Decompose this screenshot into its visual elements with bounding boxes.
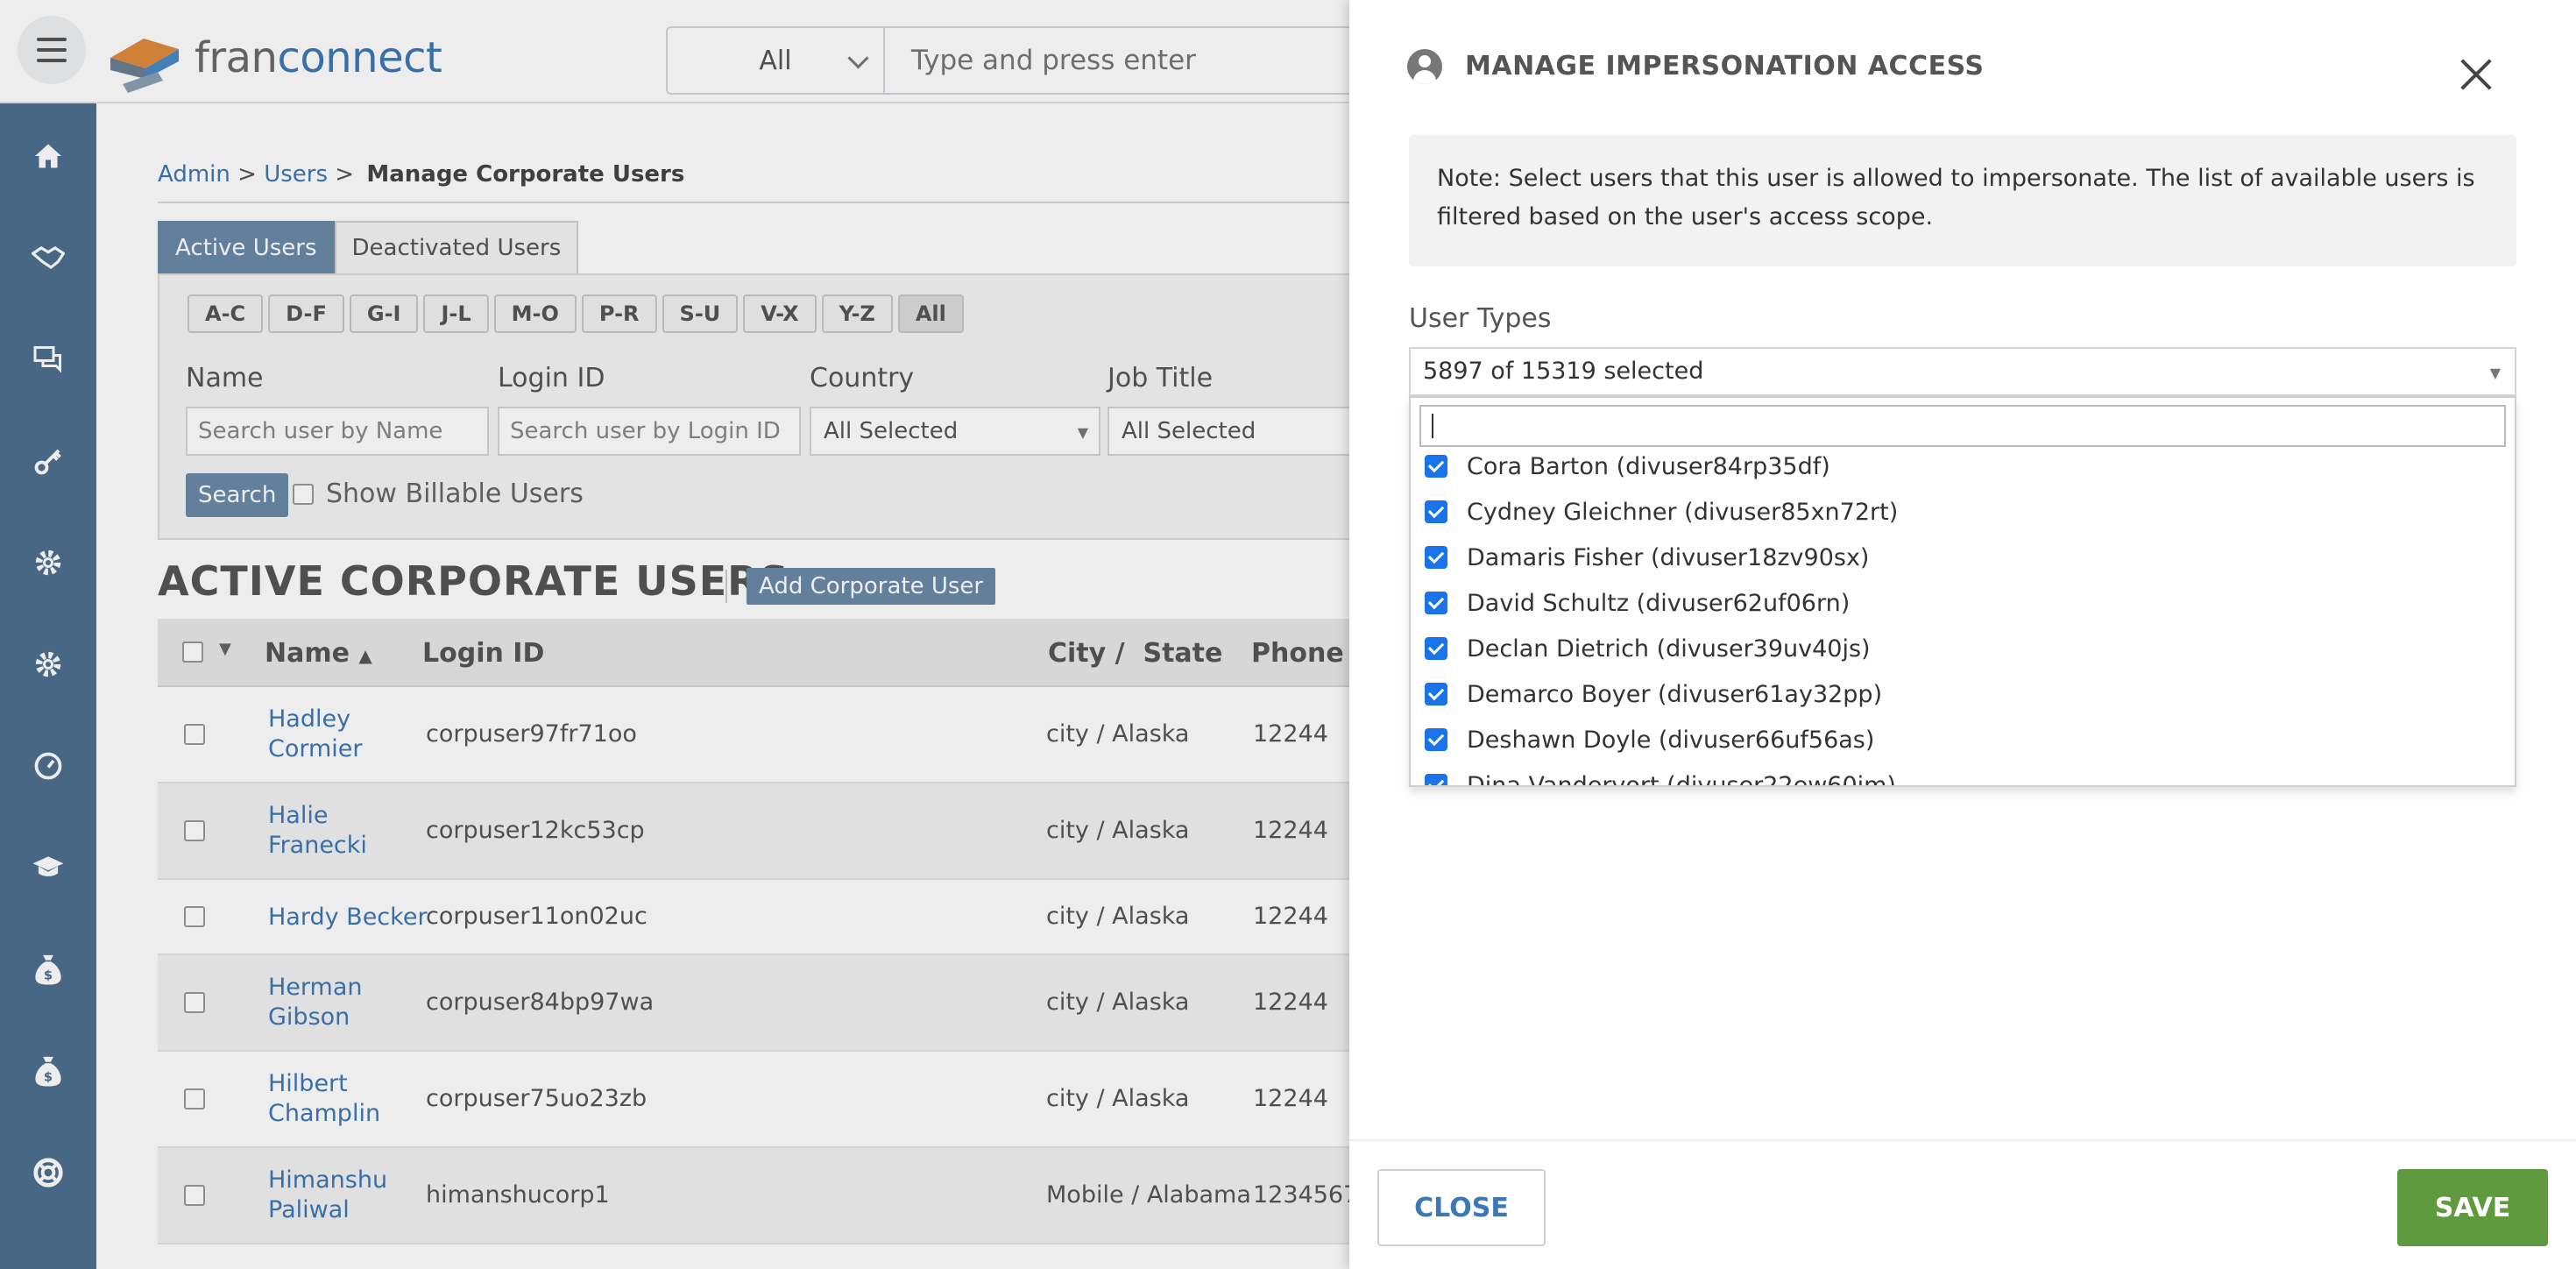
divider: [1349, 1139, 2576, 1141]
option-label: Cora Barton (divuser84rp35df): [1467, 452, 1830, 480]
checkbox-checked[interactable]: [1425, 637, 1447, 660]
text-cursor: [1432, 414, 1433, 438]
list-item[interactable]: Dina Vandervort (divuser22ew60im): [1411, 762, 2515, 787]
checkbox-checked[interactable]: [1425, 592, 1447, 614]
list-item[interactable]: Deshawn Doyle (divuser66uf56as): [1411, 717, 2515, 762]
manage-impersonation-panel: MANAGE IMPERSONATION ACCESS Note: Select…: [1349, 0, 2576, 1269]
list-item[interactable]: Cora Barton (divuser84rp35df): [1411, 450, 2515, 489]
option-label: David Schultz (divuser62uf06rn): [1467, 589, 1851, 617]
user-option-list[interactable]: Cora Barton (divuser84rp35df) Cydney Gle…: [1411, 450, 2515, 787]
dropdown-arrow-icon: ▼: [2489, 365, 2501, 381]
panel-title: MANAGE IMPERSONATION ACCESS: [1465, 51, 1985, 82]
close-icon[interactable]: [2453, 53, 2497, 96]
list-item[interactable]: Damaris Fisher (divuser18zv90sx): [1411, 535, 2515, 580]
info-note-text: Note: Select users that this user is all…: [1437, 165, 2475, 230]
info-note: Note: Select users that this user is all…: [1409, 135, 2516, 266]
user-circle-icon: [1407, 49, 1442, 84]
save-button[interactable]: SAVE: [2397, 1169, 2548, 1246]
list-item[interactable]: Cydney Gleichner (divuser85xn72rt): [1411, 489, 2515, 535]
checkbox-checked[interactable]: [1425, 500, 1447, 523]
checkbox-checked[interactable]: [1425, 455, 1447, 478]
checkbox-checked[interactable]: [1425, 546, 1447, 569]
option-label: Cydney Gleichner (divuser85xn72rt): [1467, 498, 1899, 526]
list-item[interactable]: Demarco Boyer (divuser61ay32pp): [1411, 671, 2515, 717]
option-label: Deshawn Doyle (divuser66uf56as): [1467, 726, 1875, 754]
list-item[interactable]: Declan Dietrich (divuser39uv40js): [1411, 626, 2515, 671]
user-types-label: User Types: [1409, 303, 1552, 334]
option-label: Declan Dietrich (divuser39uv40js): [1467, 634, 1871, 663]
user-types-select[interactable]: 5897 of 15319 selected ▼: [1409, 347, 2516, 396]
list-item[interactable]: David Schultz (divuser62uf06rn): [1411, 580, 2515, 626]
option-label: Dina Vandervort (divuser22ew60im): [1467, 771, 1896, 787]
option-label: Demarco Boyer (divuser61ay32pp): [1467, 680, 1883, 708]
user-types-dropdown: Cora Barton (divuser84rp35df) Cydney Gle…: [1409, 396, 2516, 787]
dropdown-search-input[interactable]: [1419, 405, 2506, 447]
option-label: Damaris Fisher (divuser18zv90sx): [1467, 543, 1870, 571]
checkbox-checked[interactable]: [1425, 774, 1447, 785]
checkbox-checked[interactable]: [1425, 683, 1447, 705]
user-types-selected-count: 5897 of 15319 selected: [1423, 358, 1704, 385]
checkbox-checked[interactable]: [1425, 728, 1447, 751]
close-button[interactable]: CLOSE: [1377, 1169, 1546, 1246]
modal-backdrop[interactable]: [0, 0, 1349, 1269]
